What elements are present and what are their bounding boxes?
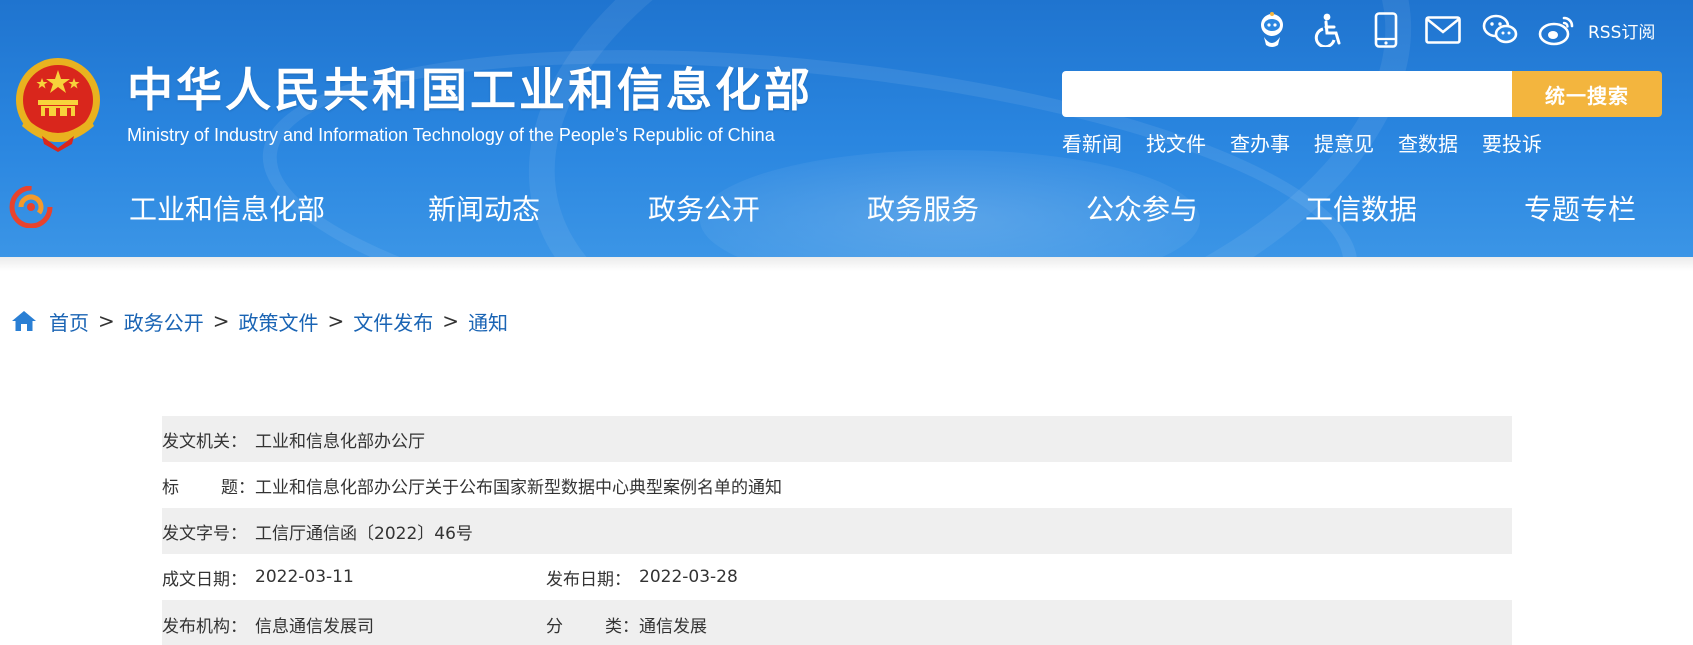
publisher-label: 发布机构： <box>162 616 247 637</box>
nav-item-data[interactable]: 工信数据 <box>1305 187 1417 233</box>
search-button[interactable]: 统一搜索 <box>1512 71 1662 117</box>
mail-icon[interactable] <box>1423 10 1463 50</box>
doc-number-label: 发文字号： <box>162 523 247 544</box>
publish-date-label: 发布日期： <box>546 569 631 590</box>
rss-link[interactable]: RSS订阅 <box>1588 18 1655 43</box>
category-label: 分 类： <box>546 612 639 637</box>
top-toolbar: RSS订阅 <box>1252 8 1655 52</box>
quick-link-services[interactable]: 查办事 <box>1230 128 1290 157</box>
quick-link-data[interactable]: 查数据 <box>1398 128 1458 157</box>
search-input[interactable] <box>1062 71 1513 117</box>
info-row-title: 标 题： 工业和信息化部办公厅关于公布国家新型数据中心典型案例名单的通知 <box>162 462 1512 508</box>
publisher-value: 信息通信发展司 <box>255 616 374 637</box>
mobile-icon[interactable] <box>1366 10 1406 50</box>
title-label-part: 标 <box>162 477 179 498</box>
quick-links: 看新闻 找文件 查办事 提意见 查数据 要投诉 <box>1062 128 1566 157</box>
wechat-icon[interactable] <box>1480 10 1520 50</box>
issuer-label: 发文机关： <box>162 431 247 452</box>
breadcrumb-separator: > <box>327 309 345 333</box>
breadcrumb-separator: > <box>442 309 460 333</box>
category-value: 通信发展 <box>639 616 707 637</box>
nav-item-special-topics[interactable]: 专题专栏 <box>1524 187 1636 233</box>
breadcrumb-gov-affairs[interactable]: 政务公开 <box>124 307 204 336</box>
weibo-icon[interactable] <box>1537 10 1577 50</box>
accessibility-icon[interactable] <box>1309 10 1349 50</box>
quick-link-complaint[interactable]: 要投诉 <box>1482 128 1542 157</box>
info-row-doc-number: 发文字号： 工信厅通信函〔2022〕46号 <box>162 508 1512 554</box>
publish-date-value: 2022-03-28 <box>639 567 738 587</box>
header-shadow <box>0 257 1693 271</box>
nav-item-gov-services[interactable]: 政务服务 <box>867 187 979 233</box>
breadcrumb-home[interactable]: 首页 <box>49 307 89 336</box>
breadcrumb-notice[interactable]: 通知 <box>468 307 508 336</box>
quick-link-news[interactable]: 看新闻 <box>1062 128 1122 157</box>
title-label: 标 题： <box>162 473 255 498</box>
written-date-cell: 成文日期： 2022-03-11 <box>162 565 546 590</box>
category-cell: 分 类： 通信发展 <box>546 612 707 637</box>
info-row-issuer: 发文机关： 工业和信息化部办公厅 <box>162 416 1512 462</box>
quick-link-feedback[interactable]: 提意见 <box>1314 128 1374 157</box>
document-info-table: 发文机关： 工业和信息化部办公厅 标 题： 工业和信息化部办公厅关于公布国家新型… <box>162 416 1512 645</box>
breadcrumb-policy-files[interactable]: 政策文件 <box>239 307 319 336</box>
category-label-part: 分 <box>546 616 563 637</box>
robot-assistant-icon[interactable] <box>1252 10 1292 50</box>
site-subtitle: Ministry of Industry and Information Tec… <box>127 125 775 145</box>
nav-item-public-participation[interactable]: 公众参与 <box>1086 187 1198 233</box>
publisher-cell: 发布机构： 信息通信发展司 <box>162 612 546 637</box>
national-emblem-icon <box>16 58 100 152</box>
nav-item-ministry[interactable]: 工业和信息化部 <box>129 187 325 233</box>
issuer-value: 工业和信息化部办公厅 <box>255 431 425 452</box>
breadcrumb-separator: > <box>212 309 230 333</box>
nav-item-news[interactable]: 新闻动态 <box>428 187 540 233</box>
site-header: 中华人民共和国工业和信息化部 Ministry of Industry and … <box>0 0 1693 257</box>
breadcrumb-separator: > <box>98 309 115 333</box>
nav-item-gov-affairs[interactable]: 政务公开 <box>648 187 760 233</box>
info-row-publisher: 发布机构： 信息通信发展司 分 类： 通信发展 <box>162 600 1512 645</box>
home-icon[interactable] <box>11 309 37 333</box>
site-title: 中华人民共和国工业和信息化部 <box>127 63 813 117</box>
doc-number-value: 工信厅通信函〔2022〕46号 <box>255 523 473 544</box>
quick-link-files[interactable]: 找文件 <box>1146 128 1206 157</box>
written-date-label: 成文日期： <box>162 569 247 590</box>
publish-date-cell: 发布日期： 2022-03-28 <box>546 565 738 590</box>
main-nav: 工业和信息化部 新闻动态 政务公开 政务服务 公众参与 工信数据 专题专栏 <box>0 187 1693 233</box>
breadcrumb: 首页 > 政务公开 > 政策文件 > 文件发布 > 通知 <box>11 306 508 336</box>
info-row-dates: 成文日期： 2022-03-11 发布日期： 2022-03-28 <box>162 554 1512 600</box>
breadcrumb-file-release[interactable]: 文件发布 <box>353 307 433 336</box>
title-value: 工业和信息化部办公厅关于公布国家新型数据中心典型案例名单的通知 <box>255 477 782 498</box>
category-label-part: 类： <box>605 616 639 637</box>
title-label-part: 题： <box>221 477 255 498</box>
written-date-value: 2022-03-11 <box>255 567 354 587</box>
